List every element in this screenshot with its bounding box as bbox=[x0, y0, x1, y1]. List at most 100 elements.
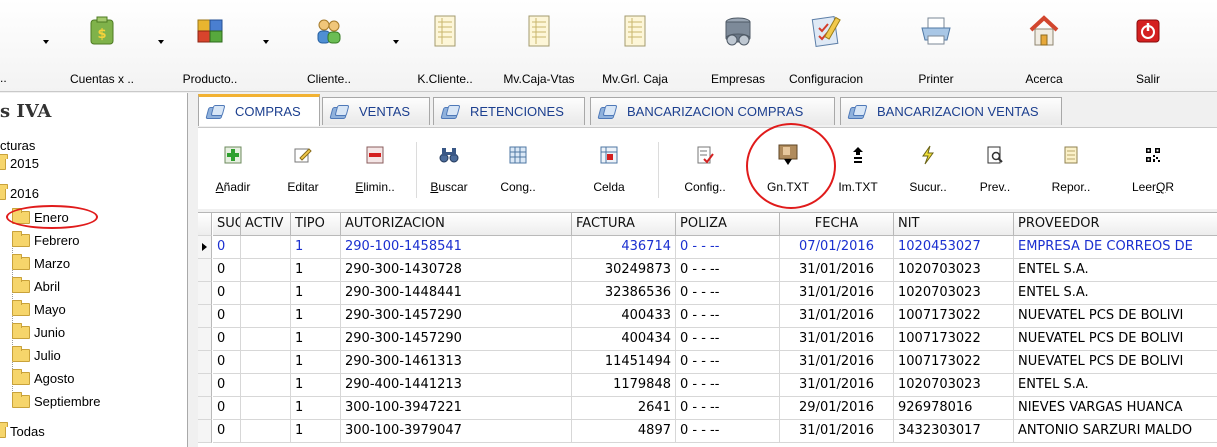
table-row[interactable]: 0 1 290-400-1441213 1179848 0 - - -- 31/01/20… bbox=[198, 374, 1217, 397]
column-header-autorizacion[interactable]: AUTORIZACION bbox=[341, 213, 572, 236]
row-indicator[interactable] bbox=[198, 420, 212, 443]
table-cell-sucu[interactable]: 0 bbox=[213, 236, 241, 259]
leer-qr-button[interactable]: LeerQR bbox=[1118, 138, 1188, 204]
editar-button[interactable]: Editar bbox=[268, 138, 338, 204]
table-cell-autorizacion[interactable]: 290-300-1457290 bbox=[341, 328, 572, 351]
anadir-button[interactable]: Añadir bbox=[198, 138, 268, 204]
table-cell-tipo[interactable]: 1 bbox=[291, 259, 341, 282]
table-cell-proveedor[interactable]: ENTEL S.A. bbox=[1014, 374, 1217, 397]
table-cell-factura[interactable]: 2641 bbox=[572, 397, 676, 420]
table-row[interactable]: 0 1 290-100-1458541 436714 0 - - -- 07/01/201… bbox=[198, 236, 1217, 259]
table-row[interactable]: 0 1 300-100-3947221 2641 0 - - -- 29/01/2016 9… bbox=[198, 397, 1217, 420]
table-cell-activ[interactable] bbox=[241, 259, 291, 282]
column-header-fecha[interactable]: FECHA bbox=[780, 213, 894, 236]
table-cell-activ[interactable] bbox=[241, 374, 291, 397]
column-header-proveedor[interactable]: PROVEEDOR bbox=[1014, 213, 1217, 236]
table-cell-proveedor[interactable]: NUEVATEL PCS DE BOLIVI bbox=[1014, 328, 1217, 351]
table-cell-fecha[interactable]: 31/01/2016 bbox=[780, 259, 894, 282]
buscar-button[interactable]: Buscar bbox=[414, 138, 484, 204]
sucursal-button[interactable]: Sucur.. bbox=[893, 138, 963, 204]
tree-item-marzo[interactable]: Marzo bbox=[12, 253, 70, 274]
table-cell-factura[interactable]: 400433 bbox=[572, 305, 676, 328]
eliminar-button[interactable]: Elimin.. bbox=[340, 138, 410, 204]
column-header-poliza[interactable]: POLIZA bbox=[676, 213, 780, 236]
config-button[interactable]: Config.. bbox=[670, 138, 740, 204]
table-cell-proveedor[interactable]: ENTEL S.A. bbox=[1014, 282, 1217, 305]
table-cell-fecha[interactable]: 31/01/2016 bbox=[780, 328, 894, 351]
table-cell-autorizacion[interactable]: 300-100-3947221 bbox=[341, 397, 572, 420]
table-cell-nit[interactable]: 1020703023 bbox=[894, 282, 1014, 305]
table-cell-autorizacion[interactable]: 290-300-1430728 bbox=[341, 259, 572, 282]
table-cell-factura[interactable]: 4897 bbox=[572, 420, 676, 443]
table-cell-poliza[interactable]: 0 - - -- bbox=[676, 259, 780, 282]
tree-item-todas[interactable]: Todas bbox=[0, 421, 45, 442]
table-row[interactable]: 0 1 290-300-1448441 32386536 0 - - -- 31/01/2… bbox=[198, 282, 1217, 305]
chevron-down-icon[interactable] bbox=[43, 40, 49, 44]
tree-item-agosto[interactable]: Agosto bbox=[12, 368, 74, 389]
congelar-button[interactable]: Cong.. bbox=[483, 138, 553, 204]
table-cell-factura[interactable]: 30249873 bbox=[572, 259, 676, 282]
tree-item-2016[interactable]: 2016 bbox=[0, 183, 39, 204]
table-row[interactable]: 0 1 300-100-3979047 4897 0 - - -- 31/01/2016 3… bbox=[198, 420, 1217, 443]
table-cell-tipo[interactable]: 1 bbox=[291, 397, 341, 420]
table-cell-tipo[interactable]: 1 bbox=[291, 420, 341, 443]
table-cell-autorizacion[interactable]: 290-300-1448441 bbox=[341, 282, 572, 305]
column-header-factura[interactable]: FACTURA bbox=[572, 213, 676, 236]
chevron-down-icon[interactable] bbox=[393, 40, 399, 44]
table-cell-sucu[interactable]: 0 bbox=[213, 351, 241, 374]
toolbar-empresas-button[interactable]: Empresas bbox=[708, 12, 768, 88]
table-cell-factura[interactable]: 11451494 bbox=[572, 351, 676, 374]
table-cell-fecha[interactable]: 29/01/2016 bbox=[780, 397, 894, 420]
table-cell-fecha[interactable]: 07/01/2016 bbox=[780, 236, 894, 259]
column-header-tipo[interactable]: TIPO bbox=[291, 213, 341, 236]
table-cell-autorizacion[interactable]: 300-100-3979047 bbox=[341, 420, 572, 443]
table-cell-factura[interactable]: 1179848 bbox=[572, 374, 676, 397]
table-cell-nit[interactable]: 1020703023 bbox=[894, 374, 1014, 397]
table-cell-activ[interactable] bbox=[241, 351, 291, 374]
table-cell-tipo[interactable]: 1 bbox=[291, 282, 341, 305]
row-indicator[interactable] bbox=[198, 282, 212, 305]
row-indicator[interactable] bbox=[198, 397, 212, 420]
table-cell-proveedor[interactable]: EMPRESA DE CORREOS DE bbox=[1014, 236, 1217, 259]
table-cell-activ[interactable] bbox=[241, 236, 291, 259]
table-cell-autorizacion[interactable]: 290-400-1441213 bbox=[341, 374, 572, 397]
table-cell-factura[interactable]: 32386536 bbox=[572, 282, 676, 305]
toolbar-salir-button[interactable]: Salir bbox=[1118, 12, 1178, 88]
tree-item-julio[interactable]: Julio bbox=[12, 345, 61, 366]
table-cell-nit[interactable]: 1020453027 bbox=[894, 236, 1014, 259]
tree-item-abril[interactable]: Abril bbox=[12, 276, 60, 297]
table-cell-tipo[interactable]: 1 bbox=[291, 374, 341, 397]
table-cell-autorizacion[interactable]: 290-300-1461313 bbox=[341, 351, 572, 374]
table-cell-proveedor[interactable]: ANTONIO SARZURI MALDO bbox=[1014, 420, 1217, 443]
table-cell-poliza[interactable]: 0 - - -- bbox=[676, 328, 780, 351]
table-cell-poliza[interactable]: 0 - - -- bbox=[676, 351, 780, 374]
row-indicator[interactable] bbox=[198, 328, 212, 351]
table-cell-fecha[interactable]: 31/01/2016 bbox=[780, 420, 894, 443]
table-row[interactable]: 0 1 290-300-1457290 400434 0 - - -- 31/01/201… bbox=[198, 328, 1217, 351]
table-row[interactable]: 0 1 290-300-1457290 400433 0 - - -- 31/01/201… bbox=[198, 305, 1217, 328]
table-cell-tipo[interactable]: 1 bbox=[291, 305, 341, 328]
table-cell-nit[interactable]: 1007173022 bbox=[894, 351, 1014, 374]
preview-button[interactable]: Prev.. bbox=[960, 138, 1030, 204]
table-cell-factura[interactable]: 400434 bbox=[572, 328, 676, 351]
table-cell-activ[interactable] bbox=[241, 397, 291, 420]
row-indicator[interactable] bbox=[198, 259, 212, 282]
table-cell-fecha[interactable]: 31/01/2016 bbox=[780, 282, 894, 305]
toolbar-cliente-button[interactable]: Cliente.. bbox=[298, 12, 360, 88]
table-cell-sucu[interactable]: 0 bbox=[213, 259, 241, 282]
tree-item-febrero[interactable]: Febrero bbox=[12, 230, 80, 251]
table-cell-activ[interactable] bbox=[241, 420, 291, 443]
table-cell-tipo[interactable]: 1 bbox=[291, 351, 341, 374]
table-cell-nit[interactable]: 3432303017 bbox=[894, 420, 1014, 443]
column-header-nit[interactable]: NIT bbox=[894, 213, 1014, 236]
table-cell-nit[interactable]: 1007173022 bbox=[894, 328, 1014, 351]
table-cell-sucu[interactable]: 0 bbox=[213, 374, 241, 397]
toolbar-cuentas-button[interactable]: $ Cuentas x .. bbox=[62, 12, 142, 88]
tree-root-label[interactable]: cturas bbox=[0, 138, 35, 153]
table-cell-activ[interactable] bbox=[241, 328, 291, 351]
table-cell-poliza[interactable]: 0 - - -- bbox=[676, 236, 780, 259]
tab-ventas[interactable]: VENTAS bbox=[322, 97, 430, 125]
row-indicator[interactable] bbox=[198, 305, 212, 328]
toolbar-acerca-button[interactable]: Acerca bbox=[1014, 12, 1074, 88]
table-cell-sucu[interactable]: 0 bbox=[213, 420, 241, 443]
